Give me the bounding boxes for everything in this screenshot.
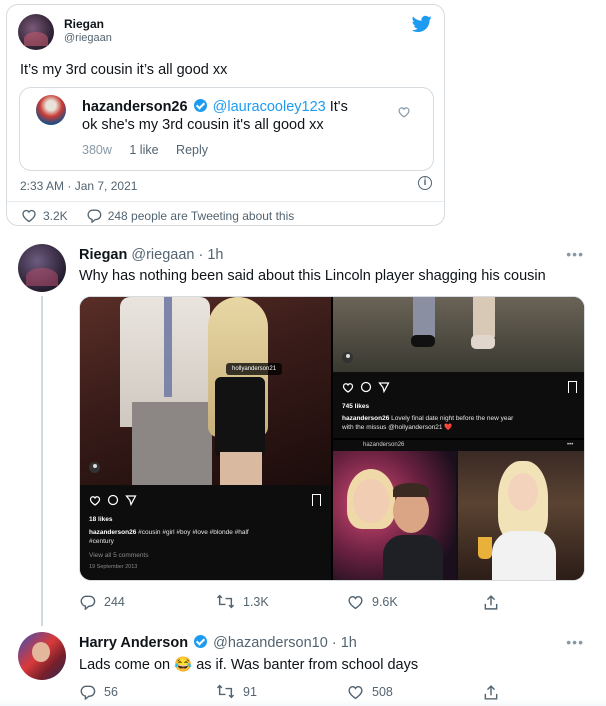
instagram-action-icons (89, 494, 137, 506)
like-count: 508 (372, 685, 393, 699)
quoted-comment[interactable]: hazanderson26 @lauracooley123 It's ok sh… (19, 87, 434, 171)
bottom-edge (0, 698, 606, 706)
tweet2-author[interactable]: Harry Anderson @hazanderson10 · 1h (79, 635, 357, 651)
instagram-screenshot-bottom-right[interactable]: hazanderson26 ••• (333, 440, 584, 580)
send-icon (378, 382, 390, 393)
heart-icon (22, 209, 36, 223)
shoes-photo (333, 297, 584, 372)
tweet1-text: Why has nothing been said about this Lin… (79, 268, 546, 284)
quoted-comment-text-start: It's (325, 99, 348, 115)
info-icon[interactable]: i (418, 176, 432, 190)
instagram-screenshot-left[interactable]: hollyanderson21 18 likes hazanderson26 #… (80, 297, 331, 580)
top-right-likes: 745 likes (342, 403, 370, 410)
embed-timestamp[interactable]: 2:33 AM · Jan 7, 2021 (20, 179, 137, 193)
selfie-photo (333, 451, 456, 580)
tagged-user-icon (342, 352, 353, 363)
embed-author-name[interactable]: Riegan (64, 17, 104, 31)
tweet2-author-name[interactable]: Harry Anderson (79, 635, 188, 651)
heart-icon (342, 382, 354, 393)
thread-line (41, 296, 43, 626)
embed-tweeting-text: 248 people are Tweeting about this (107, 208, 295, 223)
comment-reply-link[interactable]: Reply (176, 143, 208, 157)
hazanderson26-avatar[interactable] (36, 95, 66, 125)
riegan-avatar[interactable] (18, 244, 66, 292)
retweet-count: 91 (243, 684, 257, 699)
comment-age: 380w (82, 143, 112, 157)
more-icon[interactable]: ••• (566, 246, 584, 262)
like-button[interactable]: 9.6K (347, 594, 398, 610)
top-right-caption: hazanderson26 Lovely final date night be… (342, 415, 514, 431)
send-icon (125, 495, 137, 506)
bookmark-icon (312, 494, 321, 506)
instagram-action-icons (342, 381, 390, 393)
heart-icon (89, 495, 101, 506)
instagram-screenshot-top-right[interactable]: 745 likes hazanderson26 Lovely final dat… (333, 297, 584, 438)
left-likes: 18 likes (89, 516, 113, 523)
heart-icon (348, 595, 363, 610)
embed-stats: 3.2K 248 people are Tweeting about this (21, 208, 312, 223)
left-date: 19 September 2013 (89, 564, 138, 570)
harry-anderson-avatar[interactable] (18, 632, 66, 680)
post-header-user: hazanderson26 (363, 442, 405, 448)
retweet-button[interactable]: 1.3K (216, 594, 269, 609)
tagged-user-icon (89, 462, 100, 473)
tweet1-author[interactable]: Riegan @riegaan · 1h (79, 247, 223, 263)
verified-badge-icon (194, 635, 208, 648)
quoted-comment-line1: hazanderson26 @lauracooley123 It's (82, 99, 348, 115)
couple-photo: hollyanderson21 (80, 297, 331, 485)
embed-tweet-text: It’s my 3rd cousin it’s all good xx (20, 62, 228, 78)
left-caption: hazanderson26 #cousin #girl #boy #love #… (89, 529, 249, 545)
twitter-bird-icon[interactable] (412, 15, 432, 33)
bookmark-icon (568, 381, 577, 393)
reply-icon (87, 209, 101, 223)
more-icon[interactable]: ••• (566, 634, 584, 650)
retweet-icon (216, 594, 235, 609)
tweet1-author-name[interactable]: Riegan (79, 247, 127, 263)
quoted-comment-author[interactable]: hazanderson26 (82, 99, 188, 115)
tweet2-author-handle[interactable]: @hazanderson10 · 1h (213, 635, 357, 651)
retweet-icon (216, 684, 235, 699)
share-icon (484, 595, 498, 610)
tweet1-author-handle[interactable]: @riegaan · 1h (131, 247, 223, 263)
quoted-comment-meta: 380w 1 like Reply (82, 143, 222, 157)
heart-icon[interactable] (397, 106, 411, 118)
comment-icon (360, 381, 372, 393)
riegan-avatar[interactable] (18, 14, 54, 50)
like-count: 9.6K (372, 595, 398, 609)
embed-like-count: 3.2K (43, 208, 68, 223)
embed-tweeting-stat[interactable]: 248 people are Tweeting about this (86, 208, 295, 223)
laughing-emoji: 😂 (174, 657, 193, 673)
embed-author-handle[interactable]: @riegaan (64, 32, 112, 44)
comment-likes[interactable]: 1 like (129, 143, 158, 157)
reply-count: 56 (104, 685, 118, 699)
left-comments: View all 5 comments (89, 552, 149, 559)
photo-tag: hollyanderson21 (226, 363, 283, 375)
embed-like-stat[interactable]: 3.2K (21, 208, 68, 223)
embedded-tweet-card[interactable]: Riegan @riegaan It’s my 3rd cousin it’s … (6, 4, 445, 226)
blonde-woman-photo (458, 451, 584, 580)
instagram-post-header: hazanderson26 ••• (333, 440, 584, 451)
share-button[interactable] (483, 594, 507, 611)
more-icon: ••• (567, 442, 574, 448)
divider (7, 201, 444, 202)
tweet1-media-grid[interactable]: hollyanderson21 18 likes hazanderson26 #… (79, 296, 585, 581)
retweet-button[interactable]: 91 (216, 684, 257, 699)
reply-count: 244 (104, 595, 125, 609)
quoted-comment-mention[interactable]: @lauracooley123 (213, 99, 326, 115)
verified-badge-icon (193, 99, 207, 112)
comment-icon (107, 494, 119, 506)
quoted-comment-text: ok she's my 3rd cousin it's all good xx (82, 117, 324, 133)
reply-button[interactable]: 244 (79, 594, 125, 610)
retweet-count: 1.3K (243, 594, 269, 609)
tweet2-text: Lads come on 😂 as if. Was banter from sc… (79, 657, 419, 673)
reply-icon (80, 595, 96, 610)
